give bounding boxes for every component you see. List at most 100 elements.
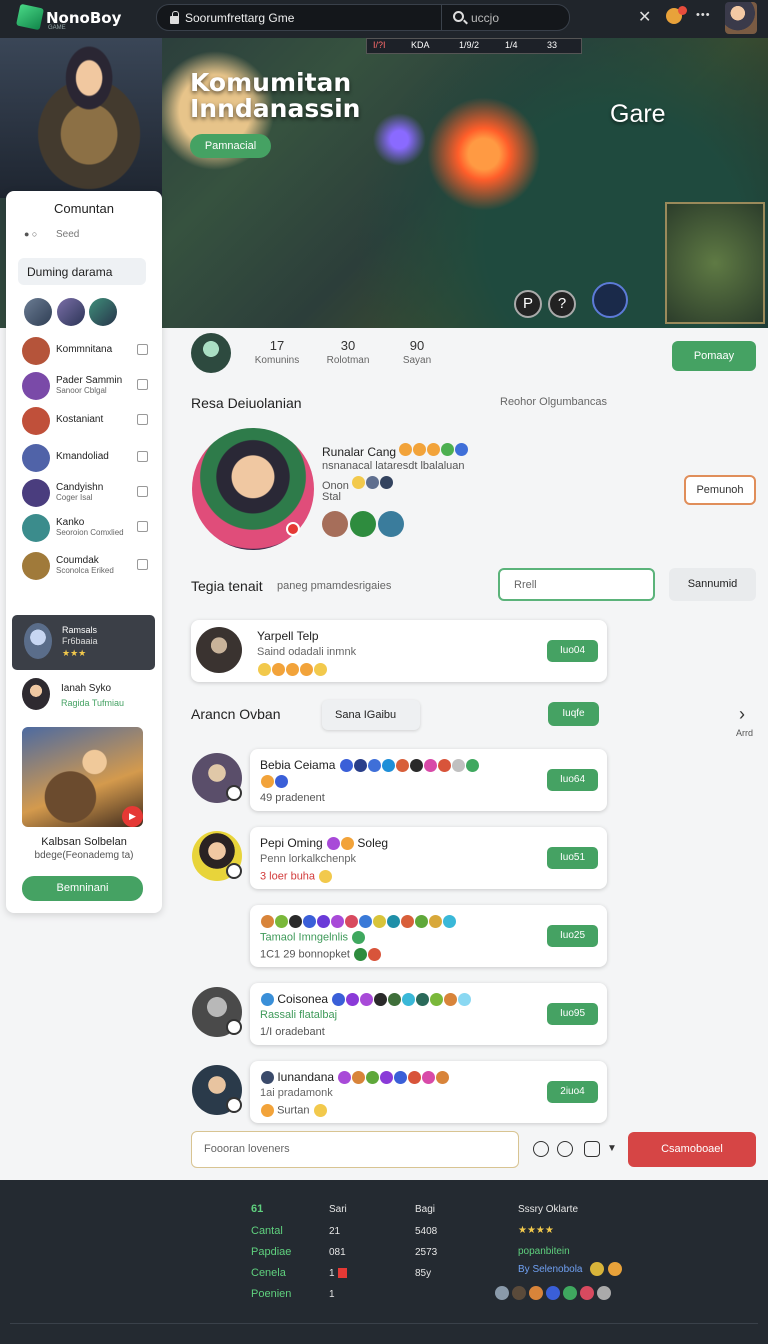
avatar[interactable] [192,753,242,803]
play-icon[interactable]: ▶ [122,806,143,827]
hero-title: Komumitan Inndanassin [190,68,361,123]
social-icon[interactable] [495,1285,509,1300]
social-icon[interactable] [597,1285,611,1300]
chevron-down-icon[interactable]: ▼ [607,1143,617,1154]
avatar[interactable] [192,1065,242,1115]
footer-link[interactable]: Poenien [251,1288,291,1300]
avatar[interactable] [24,298,52,326]
sidebar-item-label: Pader Sammin [56,375,123,386]
search-icon[interactable] [453,11,464,22]
footer-link[interactable]: By Selenobola [518,1264,583,1275]
section-link[interactable]: Reohor Olgumbancas [500,396,607,408]
close-icon[interactable]: ✕ [638,7,651,27]
tag-chip[interactable]: Sana IGaibu [322,700,420,730]
skill-button[interactable]: ? [548,290,576,318]
post-card[interactable]: Yarpell Telp Saind odadali inmnk Iuo04 [191,620,607,682]
coin-icon [590,1262,604,1276]
card-action-button[interactable]: Iuo95 [547,1003,598,1025]
sidebar-item[interactable]: Kanko Seoroion Comxlied [22,514,148,548]
social-icon[interactable] [529,1285,543,1300]
footer-link[interactable]: Papdiae [251,1246,291,1258]
sidebar-action-button[interactable]: Bemninani [22,876,143,901]
community-avatar[interactable] [191,333,231,373]
attach-icon[interactable] [584,1141,600,1157]
avatar[interactable] [89,298,117,326]
address-text[interactable]: Soorumfrettarg Gme [185,11,294,25]
section-button[interactable]: Iuqfe [548,702,599,726]
card-action-button[interactable]: Iuo51 [547,847,598,869]
sidebar-filter-pill[interactable]: Duming darama [18,258,146,285]
avatar[interactable] [192,987,242,1037]
footer-link[interactable]: popanbitein [518,1246,570,1257]
post-meta: 3 loer buha [260,870,333,883]
post-title: Yarpell Telp [257,629,319,643]
primary-button[interactable]: Pomaay [672,341,756,371]
search-divider [441,5,442,30]
social-icon[interactable] [546,1285,560,1300]
profile-status: Stal [322,491,341,503]
card-action-button[interactable]: Iuo64 [547,769,598,791]
checkbox[interactable] [137,451,148,462]
social-icon[interactable] [563,1285,577,1300]
footer-value: 61 [251,1203,264,1215]
post-card[interactable]: Bebia Ceiama 49 pradenent Iuo64 [250,749,607,811]
footer-value: 2573 [415,1247,438,1258]
footer-value: 1 [329,1268,335,1279]
ultimate-skill-icon[interactable] [592,282,628,318]
search-bar[interactable]: Soorumfrettarg Gme uccjo [156,4,570,31]
send-button[interactable]: Csamoboael [628,1132,756,1167]
checkbox[interactable] [137,486,148,497]
checkbox[interactable] [137,379,148,390]
sidebar-item[interactable]: Coumdak Sconolca Eriked [22,552,148,586]
profile-action-button[interactable]: Pemunoh [684,475,756,505]
footer [0,1180,768,1344]
social-icon[interactable] [512,1285,526,1300]
checkbox[interactable] [137,344,148,355]
next-label[interactable]: Arrd [736,728,753,738]
footer-link[interactable]: Cenela [251,1267,286,1279]
active-member-card[interactable]: Ramsals Fr6baaia ★★★ [12,615,155,670]
avatar[interactable] [22,678,50,710]
filter-input[interactable]: Rrell [498,568,655,601]
card-action-button[interactable]: Iuo25 [547,925,598,947]
emoji-icon[interactable] [533,1141,549,1157]
footer-link[interactable]: Cantal [251,1225,283,1237]
rating-stars: ★★★ [62,648,87,658]
post-subtitle: Tamaol Imngelnlis [260,931,366,944]
post-card[interactable]: Iunandana 1ai pradamonk Surtan 2iuo4 [250,1061,607,1123]
sidebar-item[interactable]: Candyishn Coger Isal [22,479,148,513]
avatar[interactable] [192,831,242,881]
more-icon[interactable]: ••• [696,9,711,21]
post-card[interactable]: Coisonea Rassali flatalbaj 1/I oradebant… [250,983,607,1045]
avatar[interactable] [378,511,404,537]
sidebar-item[interactable]: Kommnitana [22,337,148,371]
social-icon[interactable] [580,1285,594,1300]
profile-description: nsnanacal lataresdt lbalaluan [322,460,465,472]
comment-input[interactable]: Foooran loveners [191,1131,519,1168]
card-action-button[interactable]: Iuo04 [547,640,598,662]
hero-character-art [0,38,162,198]
post-card[interactable]: Pepi Oming Soleg Penn lorkalkchenpk 3 lo… [250,827,607,889]
search-input[interactable]: uccjo [471,11,499,25]
checkbox[interactable] [137,521,148,532]
avatar[interactable] [322,511,348,537]
skill-button[interactable]: P [514,290,542,318]
card-action-button[interactable]: 2iuo4 [547,1081,598,1103]
user-avatar[interactable] [725,2,757,34]
checkbox[interactable] [137,414,148,425]
hero-button[interactable]: Pamnacial [190,134,271,158]
avatar[interactable] [350,511,376,537]
smile-icon[interactable] [557,1141,573,1157]
avatar[interactable] [57,298,85,326]
post-card[interactable]: Tamaol Imngelnlis 1C1 29 bonnopket Iuo25 [250,905,607,967]
sidebar-item[interactable]: Pader Sammin Sanoor Cblgal [22,372,148,406]
sidebar-item[interactable]: Kmandoliad [22,444,148,478]
sidebar-item[interactable]: Kostaniant [22,407,148,441]
checkbox[interactable] [137,559,148,570]
submit-button[interactable]: Sannumid [669,568,756,601]
footer-value: 5408 [415,1226,438,1237]
post-meta: Surtan [260,1104,327,1117]
post-subtitle: Penn lorkalkchenpk [260,853,357,865]
chevron-right-icon[interactable]: › [739,704,745,725]
filter-hint: paneg pmamdesrigaies [277,580,392,592]
